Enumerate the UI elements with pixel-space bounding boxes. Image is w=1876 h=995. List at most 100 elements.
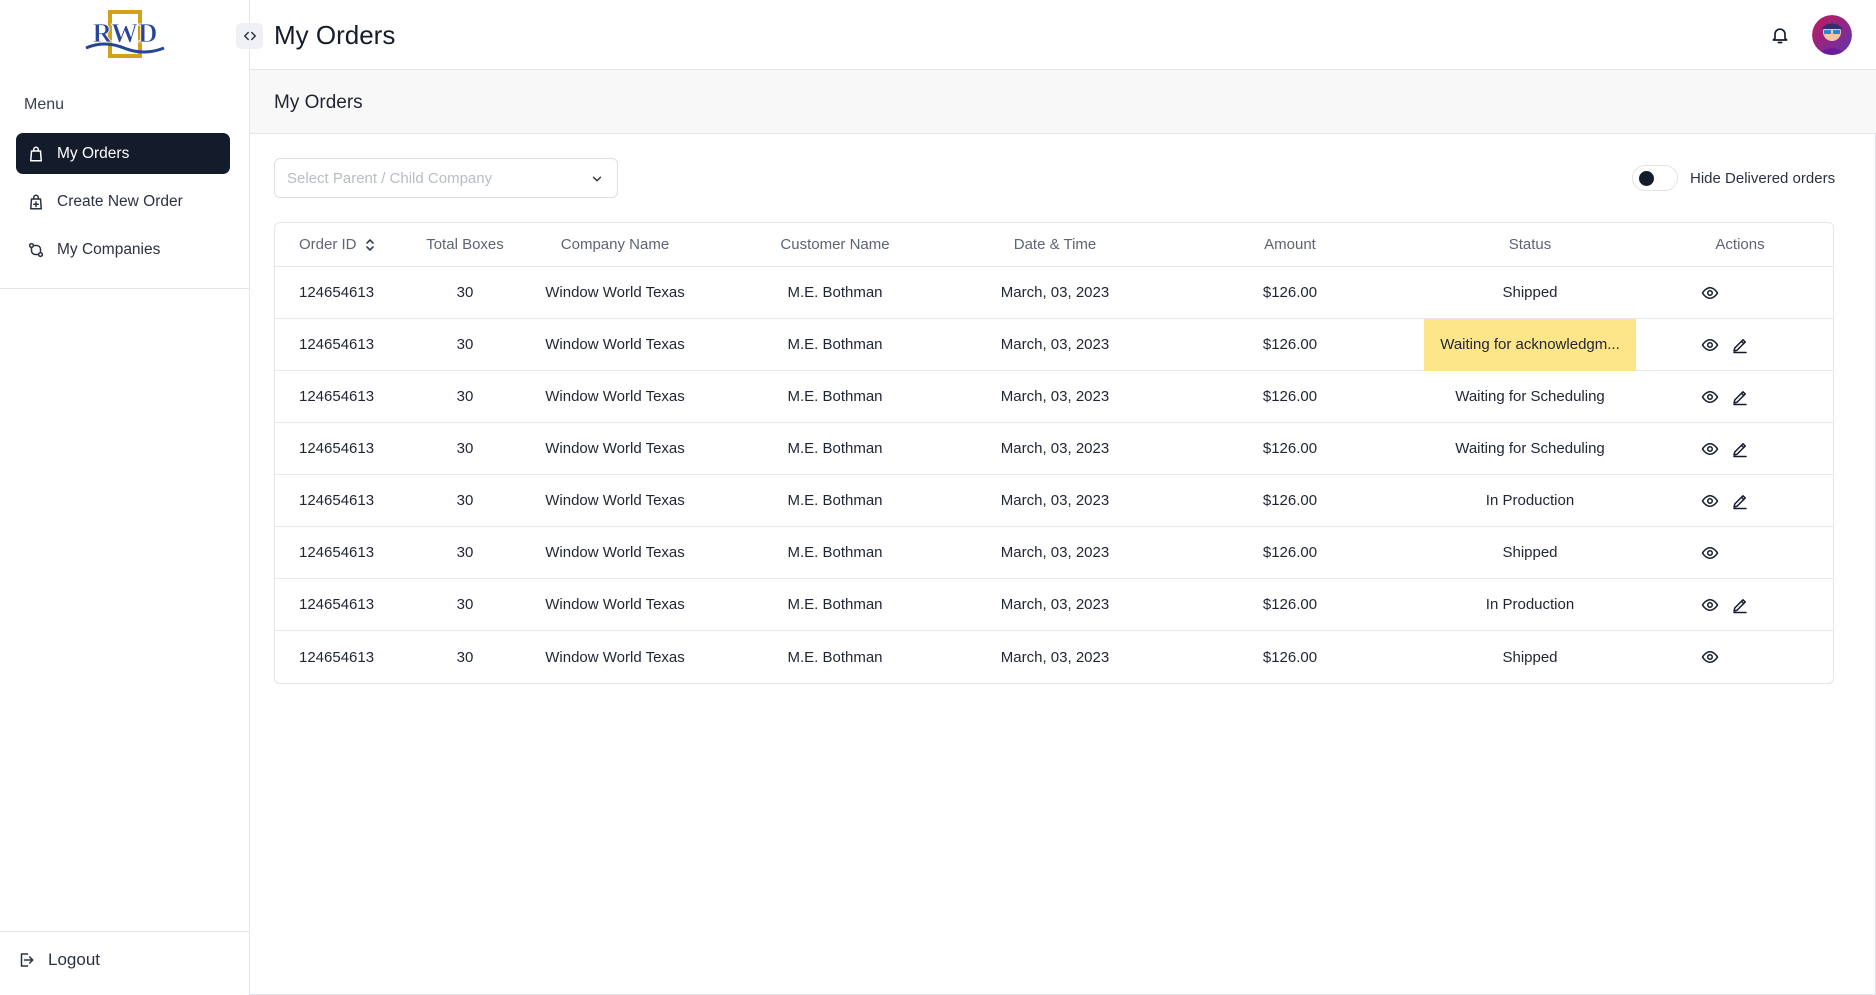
actions-cell [1699,319,1799,370]
amount-cell: $126.00 [1262,440,1318,457]
sidebar-divider [0,288,249,289]
page-title: My Orders [274,20,396,50]
table-row[interactable]: 124654613 30 Window World Texas M.E. Bothma… [275,475,1833,527]
table-row[interactable]: 124654613 30 Window World Texas M.E. Bothma… [275,579,1833,631]
actions-cell [1699,579,1799,630]
sidebar-item-create-new-order[interactable]: Create New Order [16,181,230,222]
company-name-cell: Window World Texas [545,388,685,405]
date-time-cell: March, 03, 2023 [1000,440,1110,457]
status-cell: Waiting for Scheduling [1455,388,1605,405]
view-eye-icon[interactable] [1699,282,1721,304]
date-time-cell: March, 03, 2023 [1000,596,1110,613]
amount-cell: $126.00 [1262,596,1318,613]
customer-name-cell: M.E. Bothman [787,284,883,301]
logout-label: Logout [48,950,100,969]
view-eye-icon[interactable] [1699,542,1721,564]
notifications-button[interactable] [1768,23,1792,47]
customer-name-cell: M.E. Bothman [787,648,883,666]
sidebar-item-my-orders[interactable]: My Orders [16,133,230,174]
table-row[interactable]: 124654613 30 Window World Texas M.E. Bothma… [275,527,1833,579]
customer-name-cell: M.E. Bothman [787,388,883,405]
table-row[interactable]: 124654613 30 Window World Texas M.E. Bothma… [275,631,1833,683]
company-name-cell: Window World Texas [545,284,685,301]
sidebar-bottom-divider [0,931,249,932]
company-select-placeholder: Select Parent / Child Company [287,169,493,187]
table-row[interactable]: 124654613 30 Window World Texas M.E. Bothma… [275,423,1833,475]
view-eye-icon[interactable] [1699,386,1721,408]
edit-pencil-icon[interactable] [1729,438,1751,460]
logout-icon [16,950,36,970]
column-header-label: Order ID [299,236,357,253]
hide-delivered-toggle[interactable] [1632,165,1678,191]
company-name-cell: Window World Texas [545,596,685,613]
bell-icon [1772,28,1788,44]
status-cell: Shipped [1502,544,1558,561]
top-header [250,0,1876,70]
column-header-total-boxes: Total Boxes [426,236,504,253]
column-header-company-name: Company Name [560,236,670,253]
company-name-cell: Window World Texas [545,492,685,509]
amount-cell: $126.00 [1262,284,1318,301]
logo-text: RWD [92,18,157,48]
view-eye-icon[interactable] [1699,438,1721,460]
logout-button[interactable]: Logout [16,950,100,970]
actions-cell [1699,267,1799,318]
chevron-down-icon [589,171,605,187]
status-cell: In Production [1485,596,1575,613]
amount-cell: $126.00 [1262,492,1318,509]
view-eye-icon[interactable] [1699,594,1721,616]
sidebar-item-label: My Orders [57,144,130,162]
orders-table: Order ID Total Boxes Company Name Custom… [274,222,1834,684]
edit-pencil-icon[interactable] [1729,334,1751,356]
table-row[interactable]: 124654613 30 Window World Texas M.E. Bothma… [275,318,1833,371]
date-time-cell: March, 03, 2023 [1000,388,1110,405]
sidebar-item-label: Create New Order [57,192,183,210]
table-row[interactable]: 124654613 30 Window World Texas M.E. Bothma… [275,267,1833,319]
date-time-cell: March, 03, 2023 [1000,544,1110,561]
column-header-amount: Amount [1264,236,1316,253]
company-select[interactable]: Select Parent / Child Company [274,158,618,198]
customer-name-cell: M.E. Bothman [787,492,883,509]
status-cell: Waiting for Scheduling [1455,440,1605,457]
collapse-sidebar-button[interactable] [236,23,263,49]
actions-cell [1699,527,1799,578]
view-eye-icon[interactable] [1699,646,1721,668]
view-eye-icon[interactable] [1699,334,1721,356]
brand-logo[interactable]: RWD [84,10,166,60]
view-eye-icon[interactable] [1699,490,1721,512]
total-boxes-cell: 30 [456,596,474,613]
companies-icon [26,240,46,260]
customer-name-cell: M.E. Bothman [787,440,883,457]
menu-heading: Menu [24,96,65,113]
table-row[interactable]: 124654613 30 Window World Texas M.E. Bothma… [275,371,1833,423]
amount-cell: $126.00 [1262,544,1318,561]
amount-cell: $126.00 [1262,336,1318,353]
company-name-cell: Window World Texas [545,648,685,666]
order-id-cell: 124654613 [299,336,375,353]
order-id-cell: 124654613 [299,440,375,457]
status-badge: Waiting for acknowledgm... [1424,318,1636,371]
customer-name-cell: M.E. Bothman [787,544,883,561]
sort-icon[interactable] [365,238,375,252]
edit-pencil-icon[interactable] [1729,386,1751,408]
sidebar-item-my-companies[interactable]: My Companies [16,229,230,270]
hide-delivered-label: Hide Delivered orders [1690,169,1836,187]
section-header [250,70,1876,134]
date-time-cell: March, 03, 2023 [1000,284,1110,301]
order-id-cell: 124654613 [299,596,375,613]
edit-pencil-icon[interactable] [1729,594,1751,616]
code-brackets-icon [243,31,256,41]
status-cell: Waiting for acknowledgm... [1390,318,1670,371]
column-header-order-id[interactable]: Order ID [299,223,409,266]
order-id-cell: 124654613 [299,648,375,666]
actions-cell [1699,475,1799,526]
column-header-customer-name: Customer Name [780,236,890,253]
avatar[interactable] [1812,15,1852,55]
status-cell: In Production [1485,492,1575,509]
actions-cell [1699,631,1799,683]
section-title: My Orders [274,92,363,113]
status-cell: Shipped [1502,284,1558,301]
date-time-cell: March, 03, 2023 [1000,492,1110,509]
edit-pencil-icon[interactable] [1729,490,1751,512]
company-name-cell: Window World Texas [545,336,685,353]
